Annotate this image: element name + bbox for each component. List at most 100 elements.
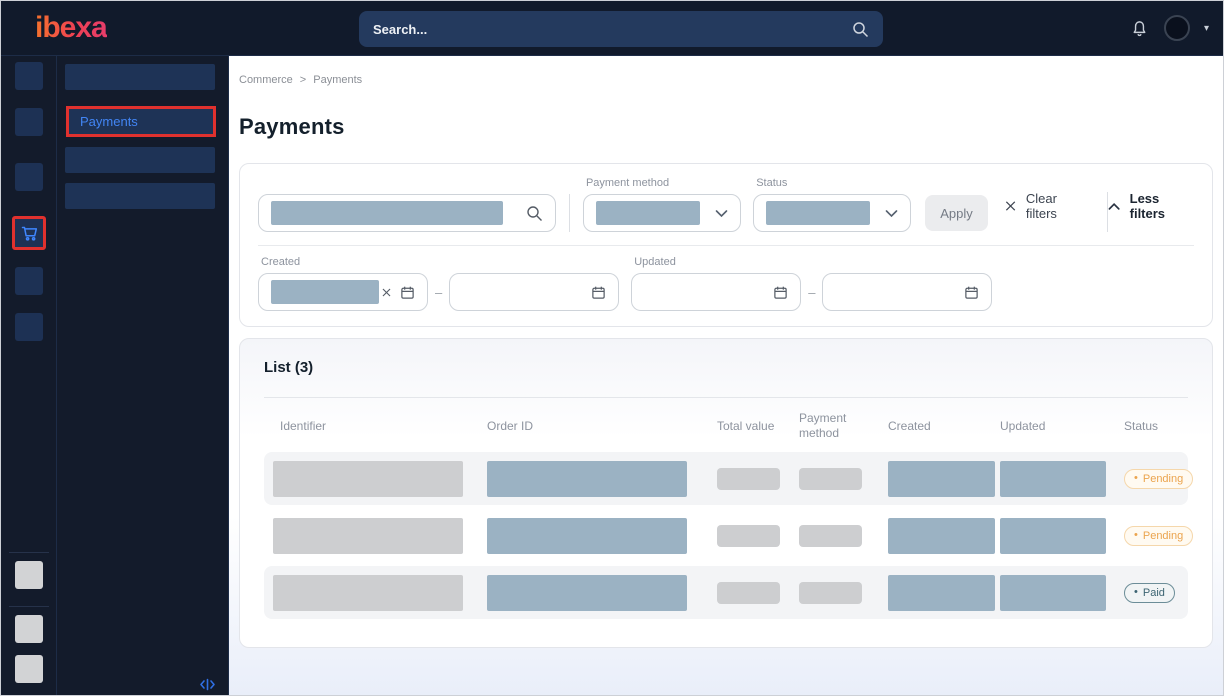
sidebar-icon-placeholder[interactable] <box>15 108 43 136</box>
status-label: Status <box>756 177 911 189</box>
sidebar-item-commerce-active[interactable] <box>12 216 46 250</box>
menu-item-placeholder[interactable] <box>65 147 215 173</box>
breadcrumb: Commerce > Payments <box>239 74 1213 86</box>
table-row[interactable]: •Pending <box>264 452 1188 505</box>
table-row[interactable]: •Pending <box>264 509 1188 562</box>
status-dot-icon: • <box>1134 587 1138 598</box>
clear-date-icon[interactable] <box>381 287 392 298</box>
payment-method-placeholder <box>799 525 862 547</box>
status-badge: •Pending <box>1124 526 1193 546</box>
calendar-icon[interactable] <box>400 285 415 300</box>
updated-placeholder <box>1000 461 1106 497</box>
status-badge: •Paid <box>1124 583 1175 603</box>
search-icon <box>852 21 869 38</box>
updated-to-input[interactable] <box>822 273 992 311</box>
topbar-actions: ▾ <box>1129 15 1223 41</box>
payment-method-select[interactable] <box>583 194 741 232</box>
bell-icon[interactable] <box>1129 17 1150 39</box>
menu-item-placeholder[interactable] <box>65 183 215 209</box>
clear-filters-button[interactable]: Clear filters <box>1004 191 1088 221</box>
select-value-placeholder <box>596 201 700 225</box>
range-separator: – <box>808 285 815 300</box>
resize-icon <box>199 678 216 691</box>
breadcrumb-item-commerce[interactable]: Commerce <box>239 74 293 86</box>
table-body: •Pending •Pending •Paid <box>264 452 1188 619</box>
column-header: Status <box>1118 419 1188 434</box>
primary-sidebar <box>1 56 57 695</box>
table-header-row: IdentifierOrder IDTotal valuePayment met… <box>264 411 1188 441</box>
created-from-input[interactable] <box>258 273 428 311</box>
date-value-placeholder <box>271 280 379 304</box>
updated-from-input[interactable] <box>631 273 801 311</box>
sidebar-icon-placeholder[interactable] <box>15 62 43 90</box>
payment-method-placeholder <box>799 582 862 604</box>
search-icon <box>526 205 543 222</box>
less-filters-label: Less filters <box>1130 191 1194 221</box>
chevron-down-icon <box>885 209 898 218</box>
user-avatar[interactable] <box>1164 15 1190 41</box>
list-divider <box>264 397 1188 398</box>
calendar-icon[interactable] <box>591 285 606 300</box>
breadcrumb-item-payments[interactable]: Payments <box>313 74 362 86</box>
payment-method-label: Payment method <box>586 177 741 189</box>
chevron-down-icon[interactable]: ▾ <box>1204 23 1209 34</box>
search-value-placeholder <box>271 201 503 225</box>
select-value-placeholder <box>766 201 870 225</box>
calendar-icon[interactable] <box>773 285 788 300</box>
filter-search-input[interactable] <box>258 194 556 232</box>
payments-list-panel: List (3) IdentifierOrder IDTotal valuePa… <box>239 338 1213 648</box>
page-title: Payments <box>239 114 1213 140</box>
identifier-placeholder <box>273 575 463 611</box>
updated-label: Updated <box>634 256 992 268</box>
menu-item-payments-active[interactable]: Payments <box>66 106 216 137</box>
created-to-input[interactable] <box>449 273 619 311</box>
table-row[interactable]: •Paid <box>264 566 1188 619</box>
total-value-placeholder <box>717 525 780 547</box>
order-id-placeholder <box>487 461 687 497</box>
range-separator: – <box>435 285 442 300</box>
clear-filters-label: Clear filters <box>1026 191 1088 221</box>
sidebar-divider <box>9 552 49 553</box>
sidebar-icon-placeholder[interactable] <box>15 267 43 295</box>
less-filters-toggle[interactable]: Less filters <box>1108 191 1194 221</box>
top-bar: ibexa Search... ▾ <box>1 1 1223 56</box>
filters-panel: Payment method Status <box>239 163 1213 327</box>
status-dot-icon: • <box>1134 473 1138 484</box>
identifier-placeholder <box>273 518 463 554</box>
secondary-sidebar: Payments <box>57 56 229 695</box>
shopping-cart-icon <box>19 223 39 243</box>
panel-resize-handle[interactable] <box>199 678 216 691</box>
ibexa-logo: ibexa <box>35 11 107 45</box>
chevron-up-icon <box>1108 202 1120 211</box>
column-header: Created <box>882 419 1000 434</box>
created-label: Created <box>261 256 619 268</box>
updated-placeholder <box>1000 575 1106 611</box>
app-window: ibexa Search... ▾ <box>0 0 1224 696</box>
payment-method-placeholder <box>799 468 862 490</box>
sidebar-divider <box>9 606 49 607</box>
menu-item-placeholder[interactable] <box>65 64 215 90</box>
chevron-down-icon <box>715 209 728 218</box>
filter-divider <box>569 194 570 232</box>
calendar-icon[interactable] <box>964 285 979 300</box>
close-icon <box>1004 199 1017 213</box>
breadcrumb-separator: > <box>300 74 306 86</box>
status-dot-icon: • <box>1134 530 1138 541</box>
sidebar-icon-placeholder[interactable] <box>15 313 43 341</box>
global-search-placeholder: Search... <box>373 22 427 37</box>
global-search-input[interactable]: Search... <box>359 11 883 47</box>
status-select[interactable] <box>753 194 911 232</box>
list-title: List (3) <box>264 359 1188 376</box>
sidebar-icon-placeholder[interactable] <box>15 163 43 191</box>
order-id-placeholder <box>487 575 687 611</box>
created-placeholder <box>888 518 995 554</box>
status-badge: •Pending <box>1124 469 1193 489</box>
apply-button[interactable]: Apply <box>925 195 988 231</box>
total-value-placeholder <box>717 582 780 604</box>
sidebar-bottom-icon-placeholder[interactable] <box>15 615 43 643</box>
updated-placeholder <box>1000 518 1106 554</box>
sidebar-bottom-icon-placeholder[interactable] <box>15 655 43 683</box>
created-placeholder <box>888 461 995 497</box>
main-content: Commerce > Payments Payments <box>229 56 1223 695</box>
sidebar-bottom-icon-placeholder[interactable] <box>15 561 43 589</box>
